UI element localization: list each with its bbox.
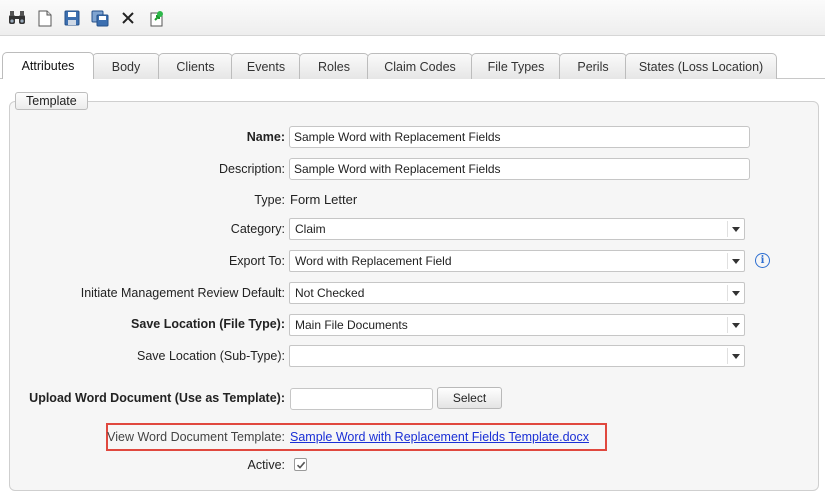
tab-body[interactable]: Body [92,53,160,79]
tab-label: Clients [176,59,215,74]
select-divider [727,221,728,237]
save-icon[interactable] [62,8,82,28]
active-checkbox[interactable] [294,458,307,471]
chevron-down-icon [732,291,740,296]
category-value: Claim [295,222,326,236]
type-label: Type: [254,193,285,207]
tab-label: Events [246,59,286,74]
name-label: Name: [246,130,285,144]
name-input[interactable]: Sample Word with Replacement Fields [289,126,750,148]
upload-file-input[interactable] [290,388,433,410]
select-divider [727,253,728,269]
chevron-down-icon [732,354,740,359]
save-location-select[interactable]: Main File Documents [289,314,745,336]
tab-file-types[interactable]: File Types [471,53,561,79]
description-label: Description: [219,162,285,176]
view-template-label: View Word Document Template: [107,430,285,444]
save-location-value: Main File Documents [295,318,408,332]
tab-states-loss-location[interactable]: States (Loss Location) [625,53,777,79]
review-default-label: Initiate Management Review Default: [80,286,285,300]
tab-label: States (Loss Location) [638,59,764,74]
select-button[interactable]: Select [437,387,502,409]
template-file-link[interactable]: Sample Word with Replacement Fields Temp… [290,430,589,444]
category-select[interactable]: Claim [289,218,745,240]
export-to-select[interactable]: Word with Replacement Field [289,250,745,272]
tab-perils[interactable]: Perils [559,53,627,79]
save-subtype-label: Save Location (Sub-Type): [137,349,285,363]
review-default-value: Not Checked [295,286,365,300]
description-input[interactable]: Sample Word with Replacement Fields [289,158,750,180]
tab-label: Body [111,59,141,74]
toolbar [0,0,825,36]
tab-label: Roles [318,59,350,74]
upload-label: Upload Word Document (Use as Template): [29,391,285,405]
chevron-down-icon [732,227,740,232]
tab-attributes[interactable]: Attributes [2,52,94,79]
search-icon[interactable] [7,8,27,28]
type-value: Form Letter [290,192,358,207]
export-to-value: Word with Replacement Field [295,254,452,268]
tab-roles[interactable]: Roles [299,53,369,79]
export-to-label: Export To: [228,254,285,268]
tab-label: Perils [577,59,609,74]
active-label: Active: [247,458,285,472]
select-divider [727,317,728,333]
close-icon[interactable] [118,8,138,28]
new-document-icon[interactable] [35,8,55,28]
info-icon[interactable]: i [755,253,770,268]
review-default-select[interactable]: Not Checked [289,282,745,304]
tab-label: Claim Codes [384,59,456,74]
save-location-label: Save Location (File Type): [131,317,285,331]
tab-claim-codes[interactable]: Claim Codes [367,53,473,79]
tab-label: File Types [487,59,545,74]
tab-clients[interactable]: Clients [158,53,233,79]
export-icon[interactable] [147,8,167,28]
select-divider [727,348,728,364]
select-divider [727,285,728,301]
section-legend: Template [15,92,88,110]
chevron-down-icon [732,323,740,328]
tab-label: Attributes [21,59,75,73]
category-label: Category: [230,222,285,236]
chevron-down-icon [732,259,740,264]
save-all-icon[interactable] [90,8,110,28]
tab-events[interactable]: Events [231,53,301,79]
checkmark-icon [296,461,305,469]
save-subtype-select[interactable] [289,345,745,367]
